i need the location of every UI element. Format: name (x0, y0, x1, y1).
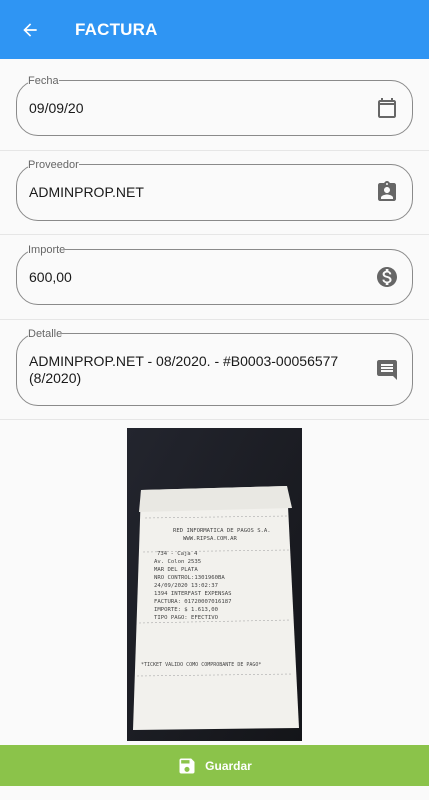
receipt-line-4: MAR DEL PLATA (154, 567, 198, 573)
detalle-label: Detalle (28, 328, 63, 340)
detalle-field[interactable]: ADMINPROP.NET - 08/2020. - #B0003-000565… (16, 333, 413, 406)
proveedor-field[interactable]: ADMINPROP.NET (16, 164, 413, 221)
importe-field[interactable]: 600,00 (16, 249, 413, 305)
fecha-value: 09/09/20 (29, 100, 84, 116)
comment-icon[interactable] (375, 358, 399, 382)
receipt-line-0: RED INFORMATICA DE PAGOS S.A. (173, 528, 271, 534)
proveedor-value: ADMINPROP.NET (29, 184, 144, 200)
fecha-field[interactable]: 09/09/20 (16, 80, 413, 136)
save-icon (179, 758, 195, 773)
importe-value: 600,00 (29, 269, 72, 285)
importe-label: Importe (28, 244, 66, 256)
receipt-line-9: IMPORTE: $ 1.613,00 (154, 607, 218, 613)
receipt-image: RED INFORMATICA DE PAGOS S.A. WWW.RIPSA.… (127, 428, 302, 741)
save-button[interactable]: Guardar (0, 745, 429, 786)
calendar-icon[interactable] (375, 96, 399, 120)
contact-card-icon[interactable] (375, 180, 399, 204)
fecha-label: Fecha (28, 75, 59, 87)
receipt-line-10: TIPO PAGO: EFECTIVO (154, 615, 219, 621)
receipt-photo[interactable]: RED INFORMATICA DE PAGOS S.A. WWW.RIPSA.… (127, 428, 302, 741)
receipt-line-2: 734 - Caja 4 (157, 551, 198, 557)
detalle-value-line2: (8/2020) (29, 370, 82, 386)
detalle-value-line1: ADMINPROP.NET - 08/2020. - #B0003-000565… (29, 353, 339, 369)
proveedor-label: Proveedor (28, 159, 79, 171)
receipt-line-6: 24/09/2020 13:02:37 (154, 583, 218, 589)
receipt-line-7: 1394 INTERFAST EXPENSAS (154, 591, 231, 597)
receipt-line-8: FACTURA: 01720007016187 (154, 599, 231, 605)
save-button-label: Guardar (205, 758, 252, 773)
fecha-section: 09/09/20 Fecha (0, 59, 429, 151)
importe-section: 600,00 Importe (0, 235, 429, 320)
back-button[interactable] (0, 0, 60, 59)
receipt-line-5: NRO CONTROL:1301960BA (154, 575, 225, 581)
app-bar: FACTURA (0, 0, 429, 59)
receipt-line-1: WWW.RIPSA.COM.AR (183, 536, 238, 542)
dollar-circle-icon[interactable] (375, 265, 399, 289)
receipt-line-11: *TICKET VALIDO COMO COMPROBANTE DE PAGO* (141, 662, 261, 668)
proveedor-section: ADMINPROP.NET Proveedor (0, 151, 429, 235)
detalle-section: ADMINPROP.NET - 08/2020. - #B0003-000565… (0, 320, 429, 420)
arrow-back-icon (23, 22, 37, 37)
page-title: FACTURA (75, 19, 158, 39)
receipt-line-3: Av. Colon 2535 (154, 559, 201, 565)
